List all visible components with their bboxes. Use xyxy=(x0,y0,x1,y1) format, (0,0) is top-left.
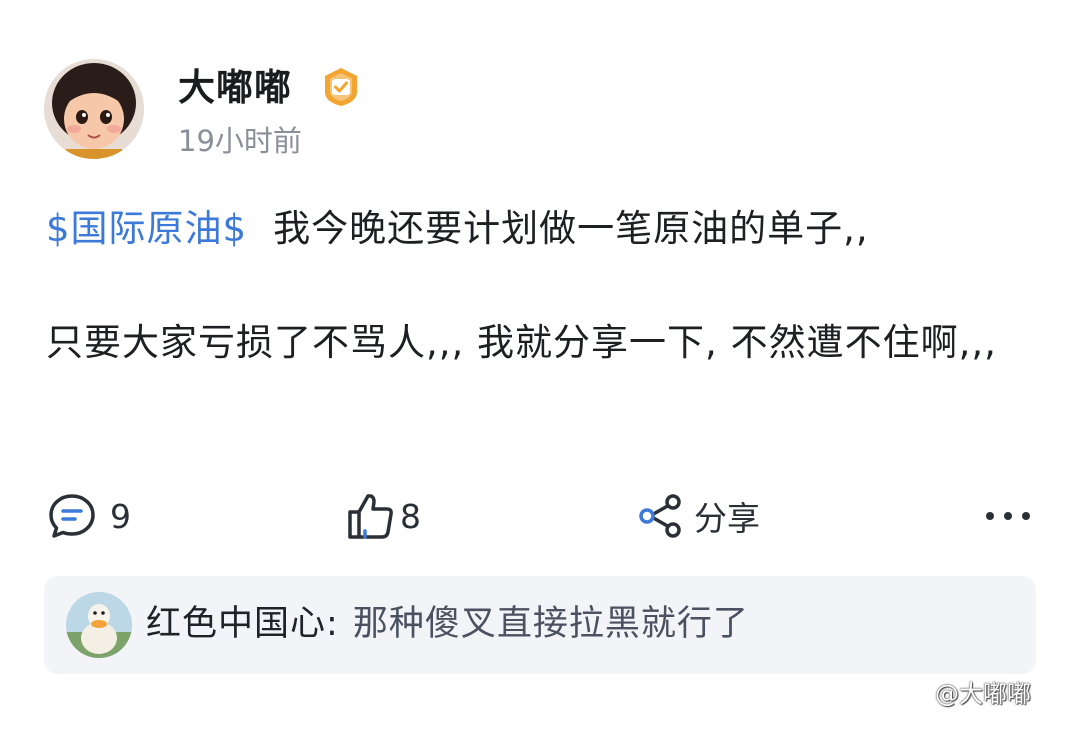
post-time: 19小时前 xyxy=(178,124,302,158)
share-label: 分享 xyxy=(694,499,760,538)
post-text-line1: 我今晚还要计划做一笔原油的单子,, xyxy=(273,207,869,250)
more-icon xyxy=(984,509,1032,523)
post-content: $国际原油$ 我今晚还要计划做一笔原油的单子,, 只要大家亏损了不骂人,,, 我就… xyxy=(46,200,1046,372)
more-button[interactable] xyxy=(984,490,1032,542)
comment-icon xyxy=(48,492,96,540)
share-button[interactable]: 分享 xyxy=(638,490,760,542)
reply-separator: : xyxy=(326,604,339,644)
stock-tag-link[interactable]: $国际原油$ xyxy=(46,207,247,250)
comment-count: 9 xyxy=(110,496,131,536)
reply-text: 红色中国心: 那种傻叉直接拉黑就行了 xyxy=(146,600,749,648)
share-icon xyxy=(638,493,684,539)
reply-username[interactable]: 红色中国心 xyxy=(146,604,326,644)
watermark-text: @大嘟嘟 xyxy=(935,680,1031,708)
author-avatar[interactable] xyxy=(44,59,144,159)
thumbs-up-icon xyxy=(346,491,396,541)
like-button[interactable]: 8 xyxy=(346,490,421,542)
author-name[interactable]: 大嘟嘟 xyxy=(178,64,292,112)
post-text-line2: 只要大家亏损了不骂人,,, 我就分享一下, 不然遭不住啊,,, xyxy=(46,321,997,364)
post-card: 大嘟嘟 19小时前 $国际原油$ 我今晚还要计划做一笔原油的单子,, 只要大家亏损… xyxy=(0,0,1080,734)
reply-message: 那种傻叉直接拉黑就行了 xyxy=(352,604,749,644)
post-paragraph-1: $国际原油$ 我今晚还要计划做一笔原油的单子,, xyxy=(46,200,1046,258)
like-count: 8 xyxy=(400,496,421,536)
comment-button[interactable]: 9 xyxy=(48,490,131,542)
reply-user-avatar[interactable] xyxy=(66,592,132,658)
watermark: @大嘟嘟 xyxy=(935,674,1031,709)
verified-badge-icon xyxy=(320,66,362,108)
reply-preview[interactable]: 红色中国心: 那种傻叉直接拉黑就行了 xyxy=(44,576,1036,674)
